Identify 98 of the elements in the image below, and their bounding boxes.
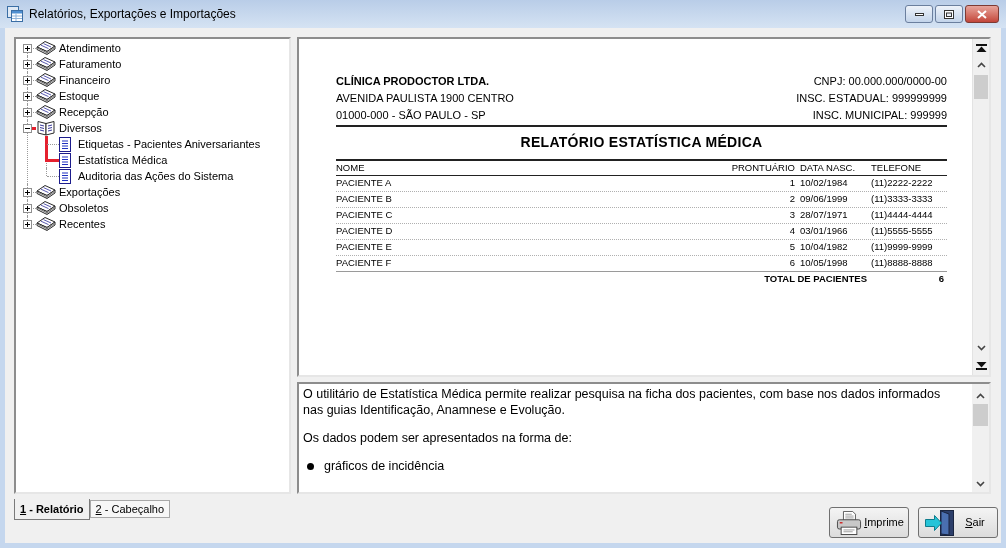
door-arrow-icon xyxy=(925,509,955,536)
minimize-icon xyxy=(914,12,924,16)
window-title: Relatórios, Exportações e Importações xyxy=(29,6,236,23)
document-icon xyxy=(59,136,71,152)
book-icon xyxy=(36,56,56,72)
tree-item[interactable]: Estoque xyxy=(58,89,101,103)
plus-box-icon[interactable] xyxy=(23,220,32,229)
plus-box-icon[interactable] xyxy=(23,44,32,53)
plus-box-icon[interactable] xyxy=(23,60,32,69)
book-icon xyxy=(36,40,56,56)
table-cell-text: PACIENTE F xyxy=(336,256,393,271)
chevron-up-icon[interactable] xyxy=(976,61,986,68)
table-cell-text: (11)4444-4444 xyxy=(870,208,934,223)
table-cell-text: PACIENTE D xyxy=(336,224,394,239)
tree-item[interactable]: Financeiro xyxy=(58,73,112,87)
maximize-icon xyxy=(944,9,954,19)
chevron-down-icon[interactable] xyxy=(976,344,986,351)
document-icon xyxy=(59,168,71,184)
scrollbar[interactable] xyxy=(972,384,989,492)
help-list-item: gráficos de incidência xyxy=(324,458,445,474)
tree-item[interactable]: Exportações xyxy=(58,185,122,199)
chevron-up-icon[interactable] xyxy=(976,392,985,399)
book-icon xyxy=(36,200,56,216)
table-cell-text: 3 xyxy=(788,208,795,223)
table-cell-text: 6 xyxy=(788,256,795,271)
book-icon xyxy=(36,184,56,200)
tree-item[interactable]: Recepção xyxy=(58,105,110,119)
tab[interactable]: 2 - Cabeçalho xyxy=(89,500,171,518)
company-address: AVENIDA PAULISTA 1900 CENTRO xyxy=(336,91,514,106)
report-title: RELATÓRIO ESTATÍSTICA MÉDICA xyxy=(520,132,763,152)
maximize-button[interactable] xyxy=(935,5,963,23)
tree-item[interactable]: Obsoletos xyxy=(58,201,110,215)
print-button[interactable]: Imprime xyxy=(829,507,909,538)
chevron-down-icon[interactable] xyxy=(976,481,985,487)
plus-box-icon[interactable] xyxy=(23,188,32,197)
total-label: TOTAL DE PACIENTES xyxy=(764,272,867,287)
table-cell-text: (11)5555-5555 xyxy=(870,224,934,239)
bullet-icon xyxy=(307,462,314,470)
column-header: NOME xyxy=(336,161,366,175)
table-cell-text: 2 xyxy=(788,192,795,207)
open-book-icon xyxy=(36,120,56,136)
table-cell-text: (11)3333-3333 xyxy=(870,192,934,207)
tree-item[interactable]: Faturamento xyxy=(58,57,123,71)
table-cell-text: PACIENTE E xyxy=(336,240,393,255)
close-icon xyxy=(977,9,987,19)
table-cell-text: 28/07/1971 xyxy=(799,208,849,223)
minimize-button[interactable] xyxy=(905,5,933,23)
bar-arrow-up-icon[interactable] xyxy=(975,43,987,52)
table-cell-text: 03/01/1966 xyxy=(799,224,849,239)
tree-item[interactable]: Diversos xyxy=(58,121,103,135)
plus-box-icon[interactable] xyxy=(23,204,32,213)
plus-box-icon[interactable] xyxy=(23,92,32,101)
scrollbar[interactable] xyxy=(972,39,989,375)
window-icon xyxy=(7,6,23,22)
help-paragraph: O utilitário de Estatística Médica permite realizar pesquisa na ficha dos pacientes, com base nos dados informados nas guias Identificação, Anamnese e Evolução. xyxy=(303,386,942,418)
table-cell-text: 10/04/1982 xyxy=(799,240,849,255)
table-cell-text: PACIENTE A xyxy=(336,176,393,191)
tree-item[interactable]: Atendimento xyxy=(58,41,122,55)
registration-text: INSC. MUNICIPAL: 999999 xyxy=(812,108,947,123)
tree-item[interactable]: Estatística Médica xyxy=(77,153,169,167)
registration-text: CNPJ: 00.000.000/0000-00 xyxy=(813,74,947,89)
plus-box-icon[interactable] xyxy=(23,108,32,117)
book-icon xyxy=(36,216,56,232)
column-header: PRONTUÁRIO xyxy=(731,161,795,175)
table-cell-text: (11)2222-2222 xyxy=(870,176,934,191)
table-cell-text: 5 xyxy=(788,240,795,255)
table-cell-text: 09/06/1999 xyxy=(799,192,849,207)
book-icon xyxy=(36,88,56,104)
table-cell-text: 10/05/1998 xyxy=(799,256,849,271)
printer-icon xyxy=(836,510,862,535)
close-button[interactable] xyxy=(965,5,999,23)
company-name: CLÍNICA PRODOCTOR LTDA. xyxy=(336,74,491,89)
company-city: 01000-000 - SÃO PAULO - SP xyxy=(336,108,487,123)
tab[interactable]: 1 - Relatório xyxy=(14,499,90,520)
table-cell-text: (11)9999-9999 xyxy=(870,240,934,255)
table-cell-text: (11)8888-8888 xyxy=(870,256,934,271)
document-icon xyxy=(59,152,71,168)
minus-box-icon[interactable] xyxy=(23,124,32,133)
book-icon xyxy=(36,104,56,120)
table-cell-text: PACIENTE C xyxy=(336,208,394,223)
table-cell-text: 4 xyxy=(788,224,795,239)
tree-item[interactable]: Etiquetas - Pacientes Aniversariantes xyxy=(77,137,262,151)
bar-arrow-down-icon[interactable] xyxy=(975,361,987,370)
tree-item[interactable]: Auditoria das Ações do Sistema xyxy=(77,169,235,183)
column-header: TELEFONE xyxy=(870,161,923,175)
plus-box-icon[interactable] xyxy=(23,76,32,85)
help-paragraph: Os dados podem ser apresentados na forma de: xyxy=(303,430,573,446)
scrollbar-thumb[interactable] xyxy=(974,75,988,99)
registration-text: INSC. ESTADUAL: 999999999 xyxy=(796,91,947,106)
table-cell-text: PACIENTE B xyxy=(336,192,393,207)
table-cell-text: 1 xyxy=(788,176,795,191)
column-header: DATA NASC. xyxy=(799,161,857,175)
scrollbar-thumb[interactable] xyxy=(973,404,988,426)
total-value: 6 xyxy=(937,272,945,287)
exit-button[interactable]: Sair xyxy=(918,507,998,538)
tree-item[interactable]: Recentes xyxy=(58,217,107,231)
book-icon xyxy=(36,72,56,88)
table-cell-text: 10/02/1984 xyxy=(799,176,849,191)
